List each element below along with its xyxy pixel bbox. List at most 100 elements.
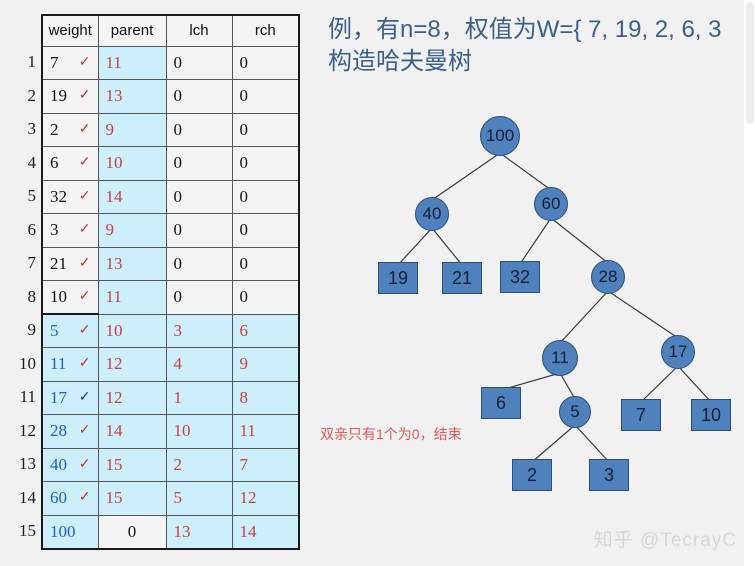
cell-parent: 11 [97,45,167,80]
cell-weight: 60 ✓ [41,481,99,516]
watermark: 知乎 @TecrayC [593,530,737,551]
table-row: 32 ✓ 14 0 0 [41,179,300,214]
cell-parent: 14 [97,414,167,449]
scrollbar[interactable] [744,0,755,566]
weight-value: 11 [50,354,67,374]
tree-node-100: 100 [480,116,520,156]
lch-value: 0 [173,253,183,273]
cell-rch: 0 [231,280,300,315]
cell-rch: 14 [231,514,300,549]
cell-lch: 10 [165,414,233,449]
scrollbar-thumb[interactable] [746,2,754,124]
parent-value: 11 [105,52,122,72]
cell-lch: 0 [165,246,233,281]
rch-value: 0 [239,52,249,72]
table-row: 60 ✓ 15 5 12 [41,481,300,516]
cell-rch: 0 [231,246,300,281]
cell-parent: 9 [97,112,167,147]
cell-parent: 12 [97,347,167,382]
cell-lch: 0 [165,213,233,248]
row-number: 3 [27,119,37,138]
cell-parent: 14 [97,179,167,214]
table-row: 19 ✓ 13 0 0 [41,79,300,114]
tree-node-label: 100 [485,126,515,145]
cell-parent: 12 [97,380,167,415]
cell-lch: 0 [165,146,233,181]
cell-rch: 8 [231,380,300,415]
weight-value: 3 [50,220,59,240]
cell-parent: 11 [97,280,167,315]
cell-parent: 9 [97,213,167,248]
table-row: 2 ✓ 9 0 0 [41,112,300,147]
row-number: 8 [27,286,37,306]
table-row: 7 ✓ 11 0 0 [41,45,300,80]
row-number: 11 [19,387,36,406]
cell-lch: 13 [165,514,233,549]
column-header-lch: lch [165,14,233,47]
tree-node-2: 2 [512,459,552,491]
tree-node-label: 60 [541,194,561,213]
row-number: 7 [27,253,37,272]
tree-edge [519,217,552,265]
cell-rch: 0 [231,112,300,147]
cell-lch: 0 [165,280,233,315]
row-number: 13 [19,454,36,473]
tree-node-label: 28 [598,267,618,286]
lch-value: 0 [173,86,183,106]
column-header-rch: rch [231,14,300,47]
tree-edge [607,290,679,339]
cell-rch: 0 [231,79,300,114]
cell-parent: 10 [97,313,167,348]
tree-node-label: 40 [422,204,442,223]
tree-node-28: 28 [591,260,625,294]
cell-parent: 0 [97,514,167,549]
parent-value: 14 [105,186,123,206]
weight-value: 6 [50,153,59,173]
lch-value: 0 [173,153,183,173]
parent-value: 12 [105,354,123,374]
lch-value: 13 [173,521,191,541]
rch-value: 9 [239,354,249,374]
parent-value: 10 [105,153,123,173]
parent-value: 13 [105,86,123,106]
tree-edge [640,365,679,403]
table-row: 28 ✓ 14 10 11 [41,414,300,449]
tree-node-6: 6 [481,387,521,419]
huffman-table-panel: 1 2 3 4 5 6 7 8 9 10 11 12 13 14 15 weight parent lch … [0,0,310,566]
cell-rch: 7 [231,447,300,482]
tree-node-label: 7 [635,404,646,425]
illustration-panel: 例，有n=8，权值为W={ 7, 19, 2, 6, 3 构造哈夫曼树 100 4… [310,0,755,566]
lch-value: 0 [173,52,183,72]
tree-node-21: 21 [442,262,482,294]
rch-value: 0 [239,186,249,206]
cell-rch: 0 [231,146,300,181]
cell-weight: 7 ✓ [41,45,99,80]
annotation-note: 双亲只有1个为0，结束 [320,426,462,442]
table-row: 11 ✓ 12 4 9 [41,347,300,382]
weight-value: 5 [50,321,59,340]
rch-value: 6 [239,320,249,340]
row-number: 6 [27,219,37,239]
cell-rch: 9 [231,347,300,382]
cell-weight: 21 ✓ [41,246,99,281]
rch-value: 11 [239,421,256,441]
lch-value: 10 [173,421,191,441]
row-number: 9 [27,320,37,339]
row-number: 1 [27,52,37,71]
check-icon: ✓ [78,255,91,271]
row-number: 10 [19,353,36,373]
cell-rch: 0 [231,179,300,214]
weight-value: 17 [50,387,67,407]
tree-node-label: 10 [700,404,722,425]
cell-parent: 13 [97,79,167,114]
parent-value: 10 [105,320,123,340]
tree-edge [550,217,609,264]
row-number: 12 [19,420,36,440]
rch-value: 12 [239,488,257,508]
rch-value: 0 [239,86,249,106]
weight-value: 32 [50,186,67,206]
cell-weight: 100 [41,514,99,549]
tree-node-label: 32 [509,266,531,287]
check-icon: ✓ [78,456,91,472]
weight-value: 40 [50,454,67,474]
